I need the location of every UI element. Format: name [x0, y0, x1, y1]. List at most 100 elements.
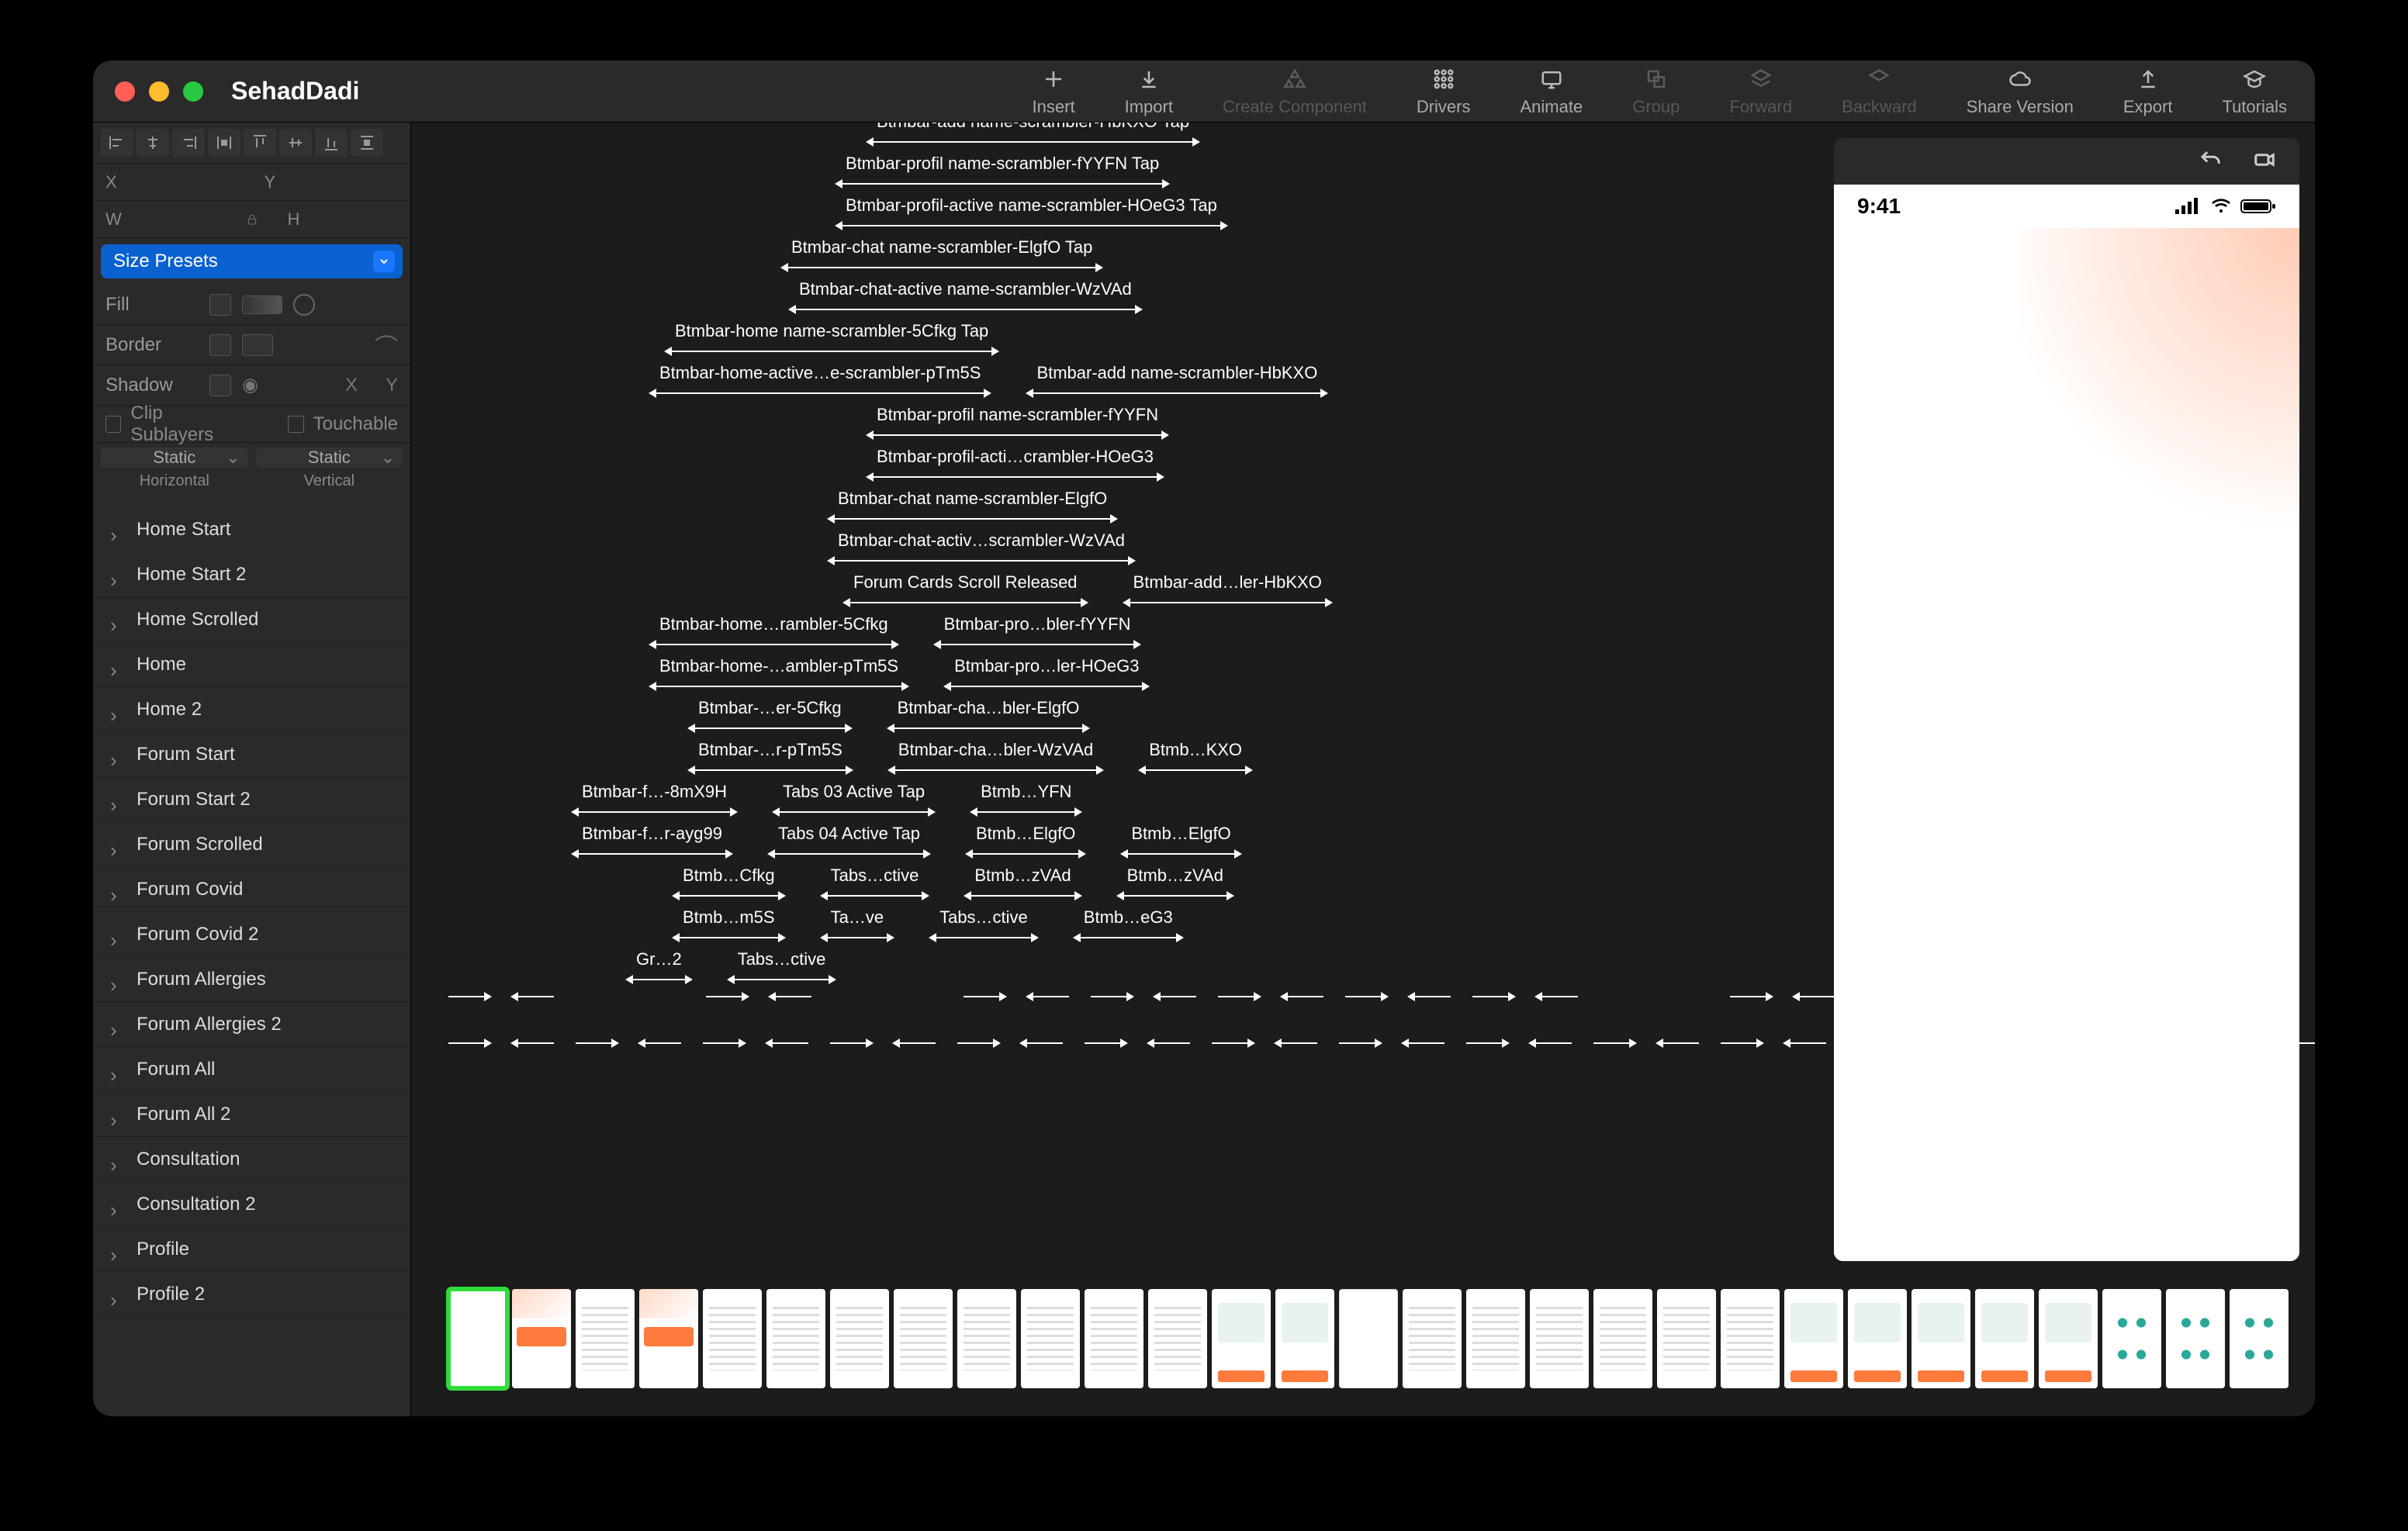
- artboard-thumbnail[interactable]: [448, 1289, 507, 1388]
- flow-connection[interactable]: Btmbar-pro…bler-fYYFN: [935, 613, 1140, 645]
- artboard-thumbnail[interactable]: [1784, 1289, 1843, 1388]
- artboard-thumbnail[interactable]: [2230, 1289, 2289, 1388]
- border-row[interactable]: Border ⌒: [93, 325, 410, 365]
- artboard-thumbnail[interactable]: [1466, 1289, 1525, 1388]
- artboard-thumbnail[interactable]: [1339, 1289, 1398, 1388]
- layer-item[interactable]: Forum Start 2: [93, 777, 410, 822]
- w-field[interactable]: W: [93, 201, 229, 237]
- flow-connection[interactable]: Btmbar-home…rambler-5Cfkg: [650, 613, 898, 645]
- flow-connection[interactable]: Tabs 03 Active Tap: [773, 780, 934, 813]
- layer-item[interactable]: Profile: [93, 1227, 410, 1272]
- artboard-thumbnail[interactable]: [576, 1289, 635, 1388]
- artboard-thumbnail[interactable]: [1848, 1289, 1907, 1388]
- minimize-window-button[interactable]: [149, 81, 169, 102]
- flow-connection[interactable]: Btmb…eG3: [1074, 906, 1182, 938]
- artboard-thumbnail[interactable]: [512, 1289, 571, 1388]
- align-top-button[interactable]: [244, 129, 276, 157]
- flow-connection[interactable]: Forum Cards Scroll Released: [844, 571, 1087, 603]
- flow-connection[interactable]: Tabs…ctive: [728, 948, 836, 980]
- layer-item[interactable]: Forum Allergies 2: [93, 1002, 410, 1047]
- layer-item[interactable]: Forum Allergies: [93, 957, 410, 1002]
- layer-item[interactable]: Consultation: [93, 1137, 410, 1182]
- flow-connection[interactable]: Btmbar-pro…ler-HOeG3: [945, 655, 1148, 687]
- h-field[interactable]: H: [275, 201, 411, 237]
- flow-connection[interactable]: Btmbar-chat-activ…scrambler-WzVAd: [829, 529, 1134, 562]
- flow-connection[interactable]: Btmb…m5S: [673, 906, 784, 938]
- artboard-thumbnail[interactable]: [1593, 1289, 1652, 1388]
- maximize-window-button[interactable]: [183, 81, 203, 102]
- flow-connection[interactable]: Btmbar-add…ler-HbKXO: [1124, 571, 1331, 603]
- artboard-thumbnail[interactable]: [2166, 1289, 2225, 1388]
- insert-button[interactable]: Insert: [1026, 66, 1081, 117]
- flow-connection[interactable]: Tabs…ctive: [930, 906, 1037, 938]
- flow-connection[interactable]: Btmb…zVAd: [1118, 864, 1233, 897]
- flow-connection[interactable]: Btmbar-profil name-scrambler-fYYFN: [867, 403, 1168, 436]
- artboard-thumbnail[interactable]: [703, 1289, 762, 1388]
- align-right-button[interactable]: [172, 129, 205, 157]
- flow-connection[interactable]: Btmb…YFN: [971, 780, 1081, 813]
- flow-connection[interactable]: Btmbar-add name-scrambler-HbKXO Tap: [867, 123, 1199, 143]
- layer-tree[interactable]: Home StartHome Start 2Home ScrolledHomeH…: [93, 503, 410, 1416]
- canvas[interactable]: Btmbar-add name-scrambler-HbKXO Tap Btmba…: [411, 123, 2315, 1416]
- flow-connection[interactable]: Btmb…zVAd: [965, 864, 1080, 897]
- backward-button[interactable]: Backward: [1835, 66, 1923, 117]
- fill-opacity-toggle[interactable]: [293, 294, 315, 316]
- flow-connection[interactable]: Tabs…ctive: [822, 864, 929, 897]
- flow-connection[interactable]: Btmbar-add name-scrambler-HbKXO: [1027, 361, 1327, 394]
- artboard-thumbnail[interactable]: [1403, 1289, 1462, 1388]
- size-presets-dropdown[interactable]: Size Presets: [101, 244, 403, 278]
- layer-item[interactable]: Profile 2: [93, 1272, 410, 1317]
- flow-connection[interactable]: Btmb…KXO: [1140, 738, 1251, 771]
- fill-color-swatch[interactable]: [209, 294, 231, 316]
- distribute-v-button[interactable]: [351, 129, 383, 157]
- flow-connection[interactable]: Btmbar-…er-5Cfkg: [689, 696, 851, 729]
- flow-connection[interactable]: Btmbar-chat-active name-scrambler-WzVAd: [790, 278, 1141, 310]
- layer-item[interactable]: Home Scrolled: [93, 597, 410, 642]
- artboard-thumbnail[interactable]: [1275, 1289, 1334, 1388]
- camera-icon[interactable]: [2251, 148, 2278, 175]
- share-version-button[interactable]: Share Version: [1960, 66, 2080, 117]
- flow-connection[interactable]: Btmb…ElgfO: [967, 822, 1085, 855]
- artboard-thumbnail[interactable]: [639, 1289, 698, 1388]
- artboard-thumbnail[interactable]: [1212, 1289, 1271, 1388]
- artboard-thumbnail[interactable]: [766, 1289, 825, 1388]
- artboard-thumbnail[interactable]: [1657, 1289, 1716, 1388]
- lock-aspect-button[interactable]: [229, 201, 275, 237]
- layer-item[interactable]: Forum All 2: [93, 1092, 410, 1137]
- group-button[interactable]: Group: [1626, 66, 1686, 117]
- layer-item[interactable]: Consultation 2: [93, 1182, 410, 1227]
- create-component-button[interactable]: Create Component: [1216, 66, 1373, 117]
- x-field[interactable]: X: [93, 164, 252, 200]
- artboard-thumbnail[interactable]: [1085, 1289, 1143, 1388]
- layer-item[interactable]: Home: [93, 642, 410, 687]
- align-center-h-button[interactable]: [137, 129, 169, 157]
- artboard-thumbnail[interactable]: [1721, 1289, 1780, 1388]
- flow-connection[interactable]: Btmbar-profil-acti…crambler-HOeG3: [867, 445, 1163, 478]
- artboard-thumbnail[interactable]: [1530, 1289, 1589, 1388]
- layer-item[interactable]: Home Start: [93, 507, 410, 552]
- drivers-button[interactable]: Drivers: [1410, 66, 1477, 117]
- layer-item[interactable]: Forum Covid 2: [93, 912, 410, 957]
- flow-connection[interactable]: Btmbar-f…r-ayg99: [573, 822, 732, 855]
- import-button[interactable]: Import: [1119, 66, 1179, 117]
- flow-connection[interactable]: Btmbar-cha…bler-ElgfO: [888, 696, 1089, 729]
- shadow-row[interactable]: Shadow ◉ XY: [93, 365, 410, 406]
- animate-button[interactable]: Animate: [1514, 66, 1590, 117]
- align-middle-v-button[interactable]: [279, 129, 312, 157]
- align-bottom-button[interactable]: [315, 129, 348, 157]
- shadow-color-swatch[interactable]: [209, 375, 231, 396]
- flow-connection[interactable]: Btmb…ElgfO: [1122, 822, 1240, 855]
- forward-button[interactable]: Forward: [1723, 66, 1798, 117]
- layer-item[interactable]: Forum Scrolled: [93, 822, 410, 867]
- export-button[interactable]: Export: [2117, 66, 2179, 117]
- close-window-button[interactable]: [115, 81, 135, 102]
- fill-row[interactable]: Fill: [93, 285, 410, 325]
- artboard-thumbnail[interactable]: [957, 1289, 1016, 1388]
- artboard-thumbnail[interactable]: [1148, 1289, 1207, 1388]
- layer-item[interactable]: Home 2: [93, 687, 410, 732]
- flow-connection[interactable]: Btmbar-profil name-scrambler-fYYFN Tap: [836, 152, 1168, 185]
- layer-item[interactable]: Forum Covid: [93, 867, 410, 912]
- layer-item[interactable]: Home Start 2: [93, 552, 410, 597]
- artboard-thumbnail[interactable]: [830, 1289, 889, 1388]
- border-arc-icon[interactable]: ⌒: [375, 328, 398, 362]
